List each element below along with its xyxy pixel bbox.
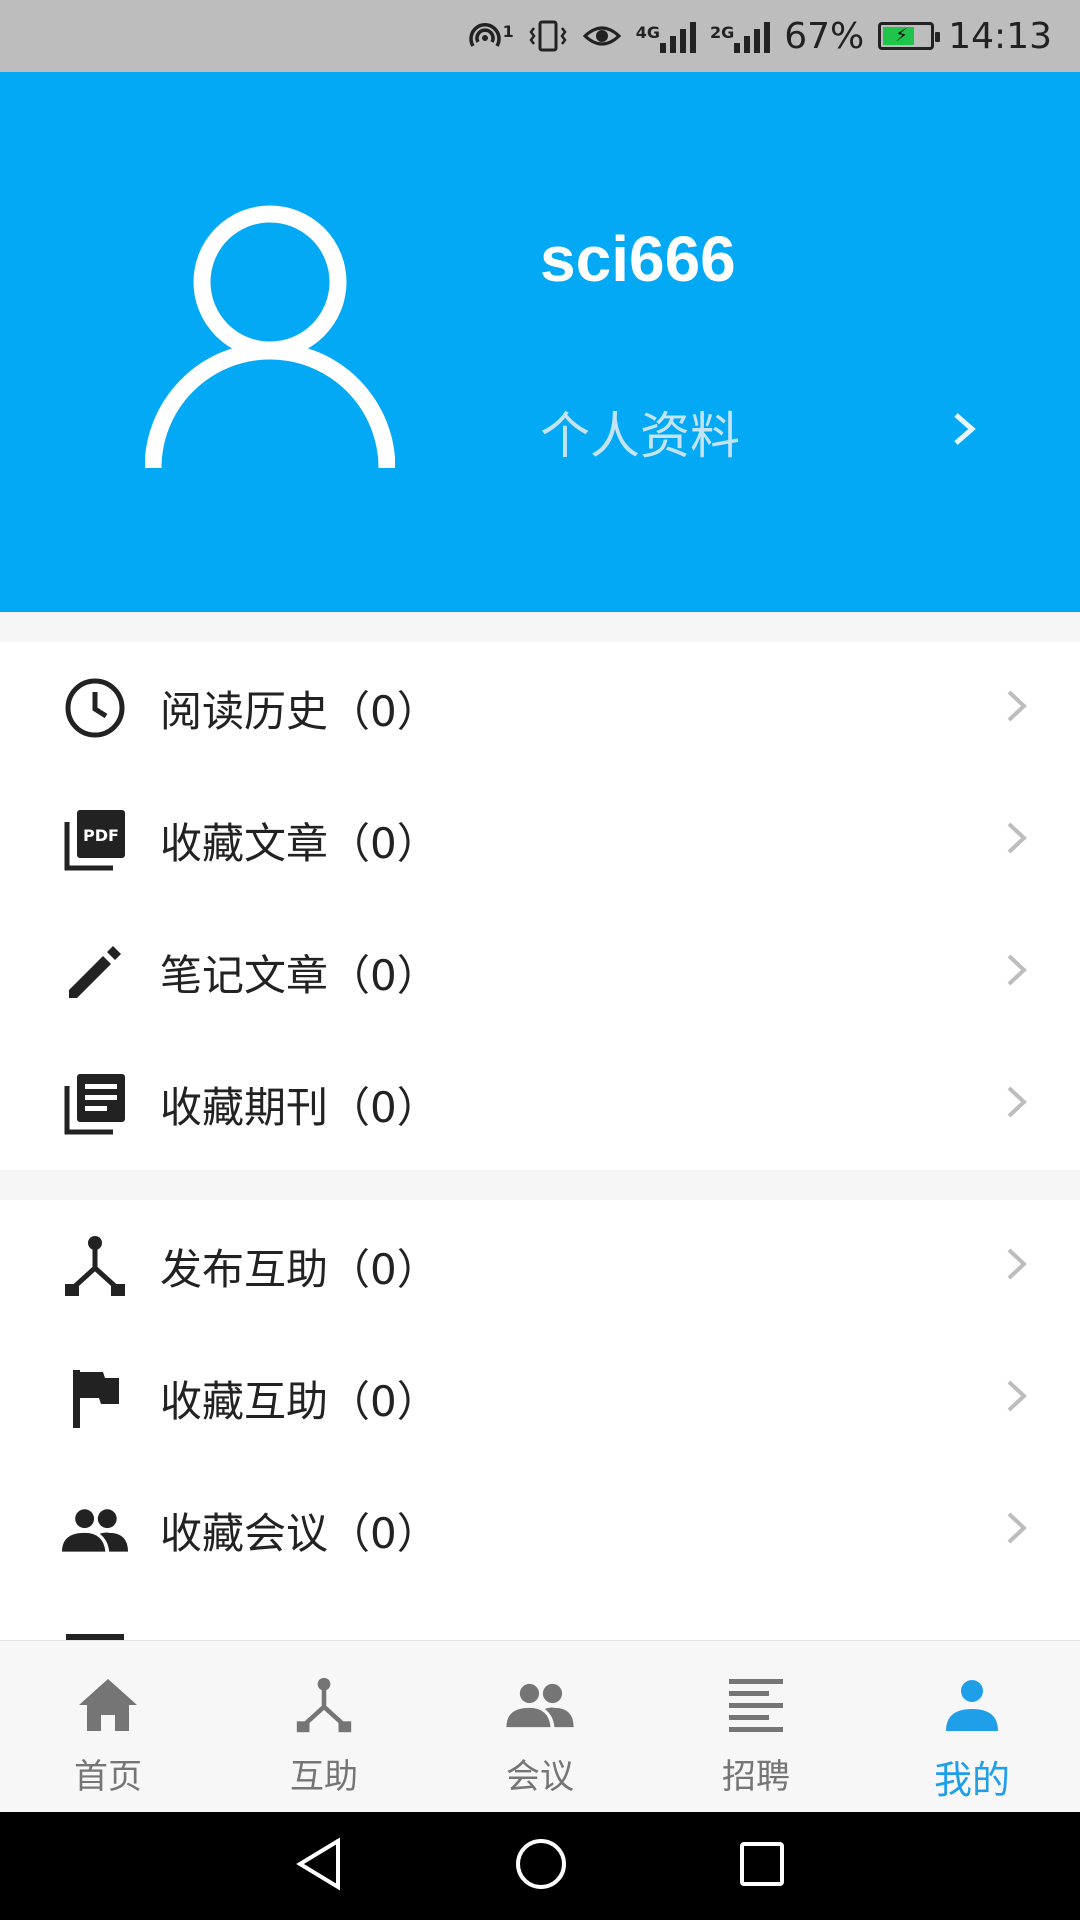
chevron-right-icon xyxy=(1004,818,1030,862)
menu-item-note-articles[interactable]: 笔记文章（0） xyxy=(0,906,1080,1038)
system-nav-bar xyxy=(0,1812,1080,1920)
tab-me[interactable]: 我的 xyxy=(864,1641,1080,1813)
pdf-icon: PDF xyxy=(62,807,128,873)
menu-label: 阅读历史（0） xyxy=(160,686,439,736)
chevron-right-icon xyxy=(1004,686,1030,730)
tab-meetings[interactable]: 会议 xyxy=(432,1641,648,1813)
menu-item-post-help[interactable]: 发布互助（0） xyxy=(0,1200,1080,1332)
chevron-right-icon xyxy=(1004,950,1030,994)
profile-link[interactable]: 个人资料 xyxy=(540,392,980,472)
vibrate-icon xyxy=(528,18,568,54)
menu-item-saved-meetings[interactable]: 收藏会议（0） xyxy=(0,1464,1080,1596)
avatar-icon[interactable] xyxy=(144,205,396,479)
chevron-right-icon xyxy=(1004,1508,1030,1552)
chevron-right-icon xyxy=(1004,1376,1030,1420)
menu-label: 收藏期刊（0） xyxy=(160,1082,439,1132)
menu-label: 收藏会议（0） xyxy=(160,1508,439,1558)
menu-group-mutual-aid: 发布互助（0） 收藏互助（0） 收藏会议（0） xyxy=(0,1200,1080,1640)
chevron-right-icon xyxy=(950,403,980,461)
menu-item-saved-articles[interactable]: PDF 收藏文章（0） xyxy=(0,774,1080,906)
network-type-2: 2G xyxy=(709,23,735,42)
tab-label: 互助 xyxy=(290,1757,358,1797)
back-icon[interactable] xyxy=(294,1837,344,1895)
list-icon xyxy=(727,1673,785,1737)
chevron-right-icon xyxy=(1004,1244,1030,1288)
tab-label: 招聘 xyxy=(722,1757,790,1797)
people-icon xyxy=(62,1497,128,1563)
chevron-right-icon xyxy=(1004,1082,1030,1126)
tab-label: 首页 xyxy=(74,1757,142,1797)
status-bar: 1 4G 2G 67% ⚡ 14:13 xyxy=(0,0,1080,72)
clock-time: 14:13 xyxy=(948,15,1052,57)
pencil-icon xyxy=(62,939,128,1005)
branch-icon xyxy=(62,1233,128,1299)
username: sci666 xyxy=(540,223,736,295)
svg-text:PDF: PDF xyxy=(83,826,119,845)
menu-label: 发布互助（0） xyxy=(160,1244,439,1294)
tab-home[interactable]: 首页 xyxy=(0,1641,216,1813)
menu-label: 收藏互助（0） xyxy=(160,1376,439,1426)
bottom-tab-bar: 首页 互助 会议 招聘 我的 xyxy=(0,1640,1080,1813)
people-icon xyxy=(506,1673,574,1737)
flag-icon xyxy=(62,1365,128,1431)
hotspot-icon: 1 xyxy=(467,18,514,54)
tab-label: 会议 xyxy=(506,1757,574,1797)
home-icon xyxy=(77,1673,139,1737)
profile-header: sci666 个人资料 xyxy=(0,72,1080,612)
menu-label: 收藏文章（0） xyxy=(160,818,439,868)
menu-item-reading-history[interactable]: 阅读历史（0） xyxy=(0,642,1080,774)
journal-icon xyxy=(62,1071,128,1137)
menu-group-reading: 阅读历史（0） PDF 收藏文章（0） 笔记文章（0） 收藏期刊（0） xyxy=(0,642,1080,1170)
tab-mutual-aid[interactable]: 互助 xyxy=(216,1641,432,1813)
menu-label: 笔记文章（0） xyxy=(160,950,439,1000)
home-circle-icon[interactable] xyxy=(514,1837,568,1895)
tab-label: 我的 xyxy=(933,1758,1010,1802)
clock-icon xyxy=(62,675,128,741)
battery-icon: ⚡ xyxy=(878,22,941,50)
person-icon xyxy=(944,1673,1000,1737)
branch-icon xyxy=(295,1673,353,1737)
network-type-1: 4G xyxy=(635,23,660,42)
eye-icon xyxy=(582,18,622,54)
menu-item-saved-help[interactable]: 收藏互助（0） xyxy=(0,1332,1080,1464)
profile-label: 个人资料 xyxy=(540,407,740,465)
signal-2g-icon: 2G xyxy=(709,19,771,53)
recents-icon[interactable] xyxy=(738,1840,786,1892)
menu-item-saved-journals[interactable]: 收藏期刊（0） xyxy=(0,1038,1080,1170)
signal-4g-icon: 4G xyxy=(636,19,696,53)
battery-percent: 67% xyxy=(784,15,865,57)
tab-recruitment[interactable]: 招聘 xyxy=(648,1641,864,1813)
hotspot-badge: 1 xyxy=(502,22,514,41)
